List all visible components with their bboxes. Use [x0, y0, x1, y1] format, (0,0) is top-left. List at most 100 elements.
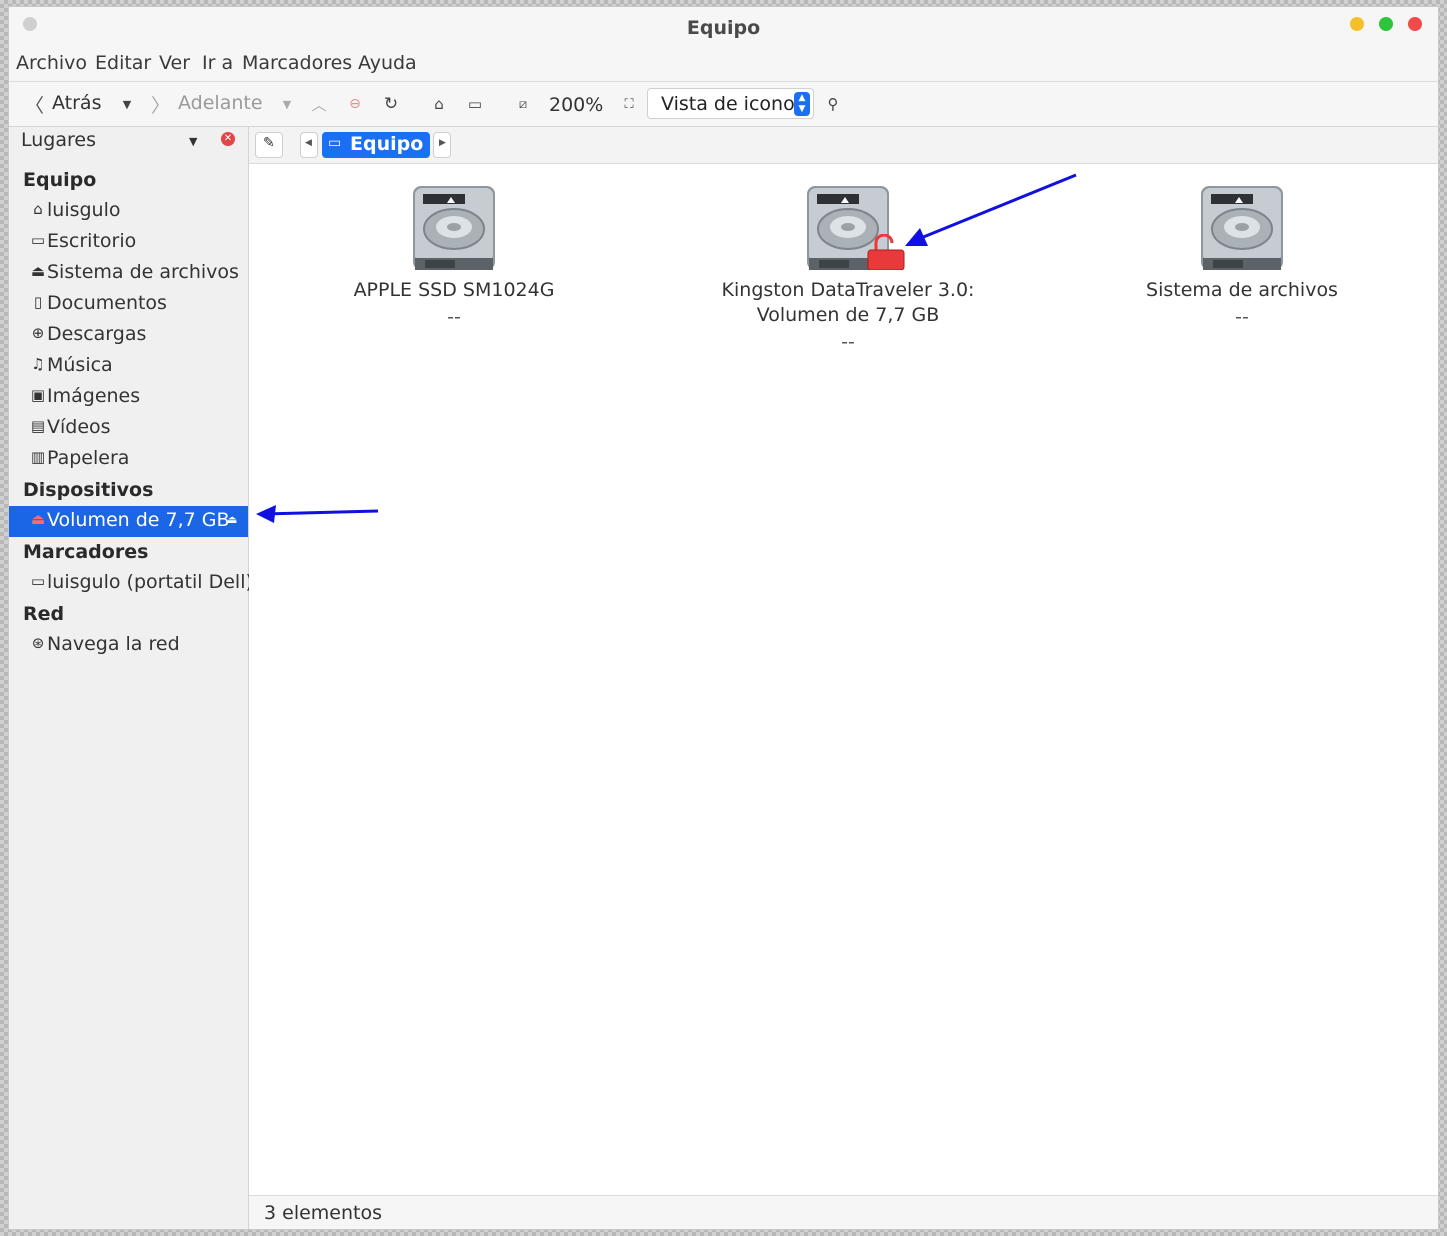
sidebar-item-label: Navega la red	[47, 633, 180, 655]
path-scroll-left-button[interactable]: ◀	[300, 132, 318, 158]
menu-ver[interactable]: Ver	[159, 52, 190, 74]
sidebar-item-papelera[interactable]: ▥ Papelera	[9, 444, 248, 475]
eject-icon[interactable]: ⏏	[227, 513, 237, 526]
hard-drive-icon	[413, 186, 495, 270]
document-icon: ▯	[33, 293, 43, 311]
sidebar-item-videos[interactable]: ▤ Vídeos	[9, 413, 248, 444]
sidebar-item-volumen[interactable]: ⏏ Volumen de 7,7 GB ⏏	[9, 506, 248, 537]
sidebar-item-escritorio[interactable]: ▭ Escritorio	[9, 227, 248, 258]
toolbar: 〈 Atrás ▼ 〉 Adelante ▼ ︿ ⊖ ↻ ⌂ ▭ ⧄ 200% …	[9, 82, 1438, 127]
menu-editar[interactable]: Editar	[95, 52, 151, 74]
menu-bar: Archivo Editar Ver Ir a Marcadores Ayuda	[9, 49, 1438, 82]
computer-icon[interactable]: ▭	[465, 94, 485, 114]
pencil-icon: ✎	[263, 135, 275, 151]
sidebar-item-bookmark[interactable]: ▭ luisgulo (portatil Dell)	[9, 568, 253, 599]
sidebar-item-navega-la-red[interactable]: ⊛ Navega la red	[9, 630, 248, 661]
file-name-line1: Kingston DataTraveler 3.0:	[721, 279, 975, 301]
sidebar-item-label: Papelera	[47, 447, 130, 469]
sidebar-item-label: Documentos	[47, 292, 167, 314]
sidebar: Lugares ▼ ✕ Equipo ⌂ luisgulo ▭ Escritor…	[9, 127, 253, 1229]
unlocked-lock-icon	[867, 234, 905, 270]
search-icon[interactable]: ⚲	[823, 94, 843, 114]
file-name-line2: Volumen de 7,7 GB	[756, 304, 940, 326]
trash-icon: ▥	[30, 448, 46, 466]
sidebar-item-label: Descargas	[47, 323, 147, 345]
file-name: Sistema de archivos	[1146, 279, 1338, 301]
menu-marcadores[interactable]: Marcadores	[242, 52, 352, 74]
back-label: Atrás	[52, 92, 102, 114]
file-item-kingston[interactable]: Kingston DataTraveler 3.0: Volumen de 7,…	[698, 182, 998, 353]
minimize-button[interactable]	[1350, 17, 1364, 31]
hard-drive-icon	[1201, 186, 1283, 270]
home-icon[interactable]: ⌂	[429, 94, 449, 114]
window-title: Equipo	[686, 17, 761, 39]
title-bar[interactable]: Equipo	[9, 7, 1438, 49]
file-item-sistema-de-archivos[interactable]: Sistema de archivos --	[1092, 182, 1392, 328]
close-sidebar-icon[interactable]: ✕	[221, 132, 235, 146]
video-icon: ▤	[30, 417, 46, 435]
path-bar: ✎ ◀ ▭ Equipo ▶	[249, 127, 1438, 164]
path-scroll-right-button[interactable]: ▶	[433, 132, 451, 158]
sidebar-item-label: Imágenes	[47, 385, 141, 407]
view-mode-label: Vista de icono	[661, 93, 795, 115]
computer-icon: ▭	[328, 135, 342, 151]
sidebar-dropdown-icon[interactable]: ▼	[189, 135, 197, 148]
drive-icon: ⏏	[30, 262, 46, 280]
sidebar-item-label: Volumen de 7,7 GB	[47, 509, 230, 531]
up-arrow-icon[interactable]: ︿	[309, 94, 329, 114]
menu-archivo[interactable]: Archivo	[16, 52, 87, 74]
file-view[interactable]: APPLE SSD SM1024G -- Kingston DataTravel…	[249, 164, 1438, 1195]
file-size: --	[447, 306, 461, 328]
sidebar-section-red: Red	[23, 603, 65, 625]
desktop-icon: ▭	[30, 231, 46, 249]
zoom-in-icon[interactable]: ⛶	[619, 94, 639, 114]
sidebar-item-documentos[interactable]: ▯ Documentos	[9, 289, 248, 320]
zoom-level[interactable]: 200%	[549, 94, 603, 116]
sidebar-item-label: luisgulo (portatil Dell)	[47, 571, 253, 593]
usb-drive-icon: ⏏	[30, 510, 46, 528]
forward-history-dropdown-icon[interactable]: ▼	[277, 94, 297, 114]
forward-button[interactable]: 〉 Adelante	[149, 88, 263, 120]
menu-ayuda[interactable]: Ayuda	[358, 52, 417, 74]
chevron-right-icon: 〉	[151, 95, 171, 117]
chevron-left-icon: 〈	[25, 95, 45, 117]
breadcrumb-equipo[interactable]: ▭ Equipo	[322, 132, 430, 158]
sidebar-item-sistema-de-archivos[interactable]: ⏏ Sistema de archivos	[9, 258, 248, 289]
sidebar-section-dispositivos: Dispositivos	[23, 479, 154, 501]
file-name: APPLE SSD SM1024G	[353, 279, 555, 301]
file-size: --	[841, 331, 855, 353]
sidebar-item-imagenes[interactable]: ▣ Imágenes	[9, 382, 248, 413]
maximize-button[interactable]	[1379, 17, 1393, 31]
sidebar-item-label: Vídeos	[47, 416, 111, 438]
sidebar-item-musica[interactable]: ♫ Música	[9, 351, 248, 382]
select-spinner-icon: ▲ ▼	[794, 92, 810, 116]
folder-icon: ▭	[30, 572, 46, 590]
sidebar-item-label: Música	[47, 354, 113, 376]
back-button[interactable]: 〈 Atrás	[21, 88, 106, 120]
zoom-out-icon[interactable]: ⧄	[513, 94, 533, 114]
network-icon: ⊛	[31, 634, 45, 652]
close-button[interactable]	[1408, 17, 1422, 31]
home-icon: ⌂	[33, 200, 43, 218]
sidebar-header[interactable]: Lugares	[21, 129, 96, 151]
sidebar-section-equipo: Equipo	[23, 169, 97, 191]
menu-ir-a[interactable]: Ir a	[202, 52, 233, 74]
sidebar-section-marcadores: Marcadores	[23, 541, 149, 563]
status-bar: 3 elementos	[249, 1195, 1438, 1229]
file-item-apple-ssd[interactable]: APPLE SSD SM1024G --	[304, 182, 604, 328]
sidebar-item-label: Escritorio	[47, 230, 137, 252]
view-mode-select[interactable]: Vista de icono ▲ ▼	[647, 88, 814, 119]
image-icon: ▣	[30, 386, 46, 404]
breadcrumb-label: Equipo	[350, 133, 424, 155]
edit-path-button[interactable]: ✎	[255, 132, 283, 158]
sidebar-item-luisgulo[interactable]: ⌂ luisgulo	[9, 196, 248, 227]
status-text: 3 elementos	[264, 1202, 382, 1224]
triangle-right-icon: ▶	[439, 138, 446, 148]
file-size: --	[1235, 306, 1249, 328]
sidebar-item-label: luisgulo	[47, 199, 121, 221]
stop-icon[interactable]: ⊖	[345, 94, 365, 114]
reload-icon[interactable]: ↻	[381, 94, 401, 114]
sidebar-item-descargas[interactable]: ⊕ Descargas	[9, 320, 248, 351]
forward-label: Adelante	[178, 92, 263, 114]
back-history-dropdown-icon[interactable]: ▼	[117, 94, 137, 114]
